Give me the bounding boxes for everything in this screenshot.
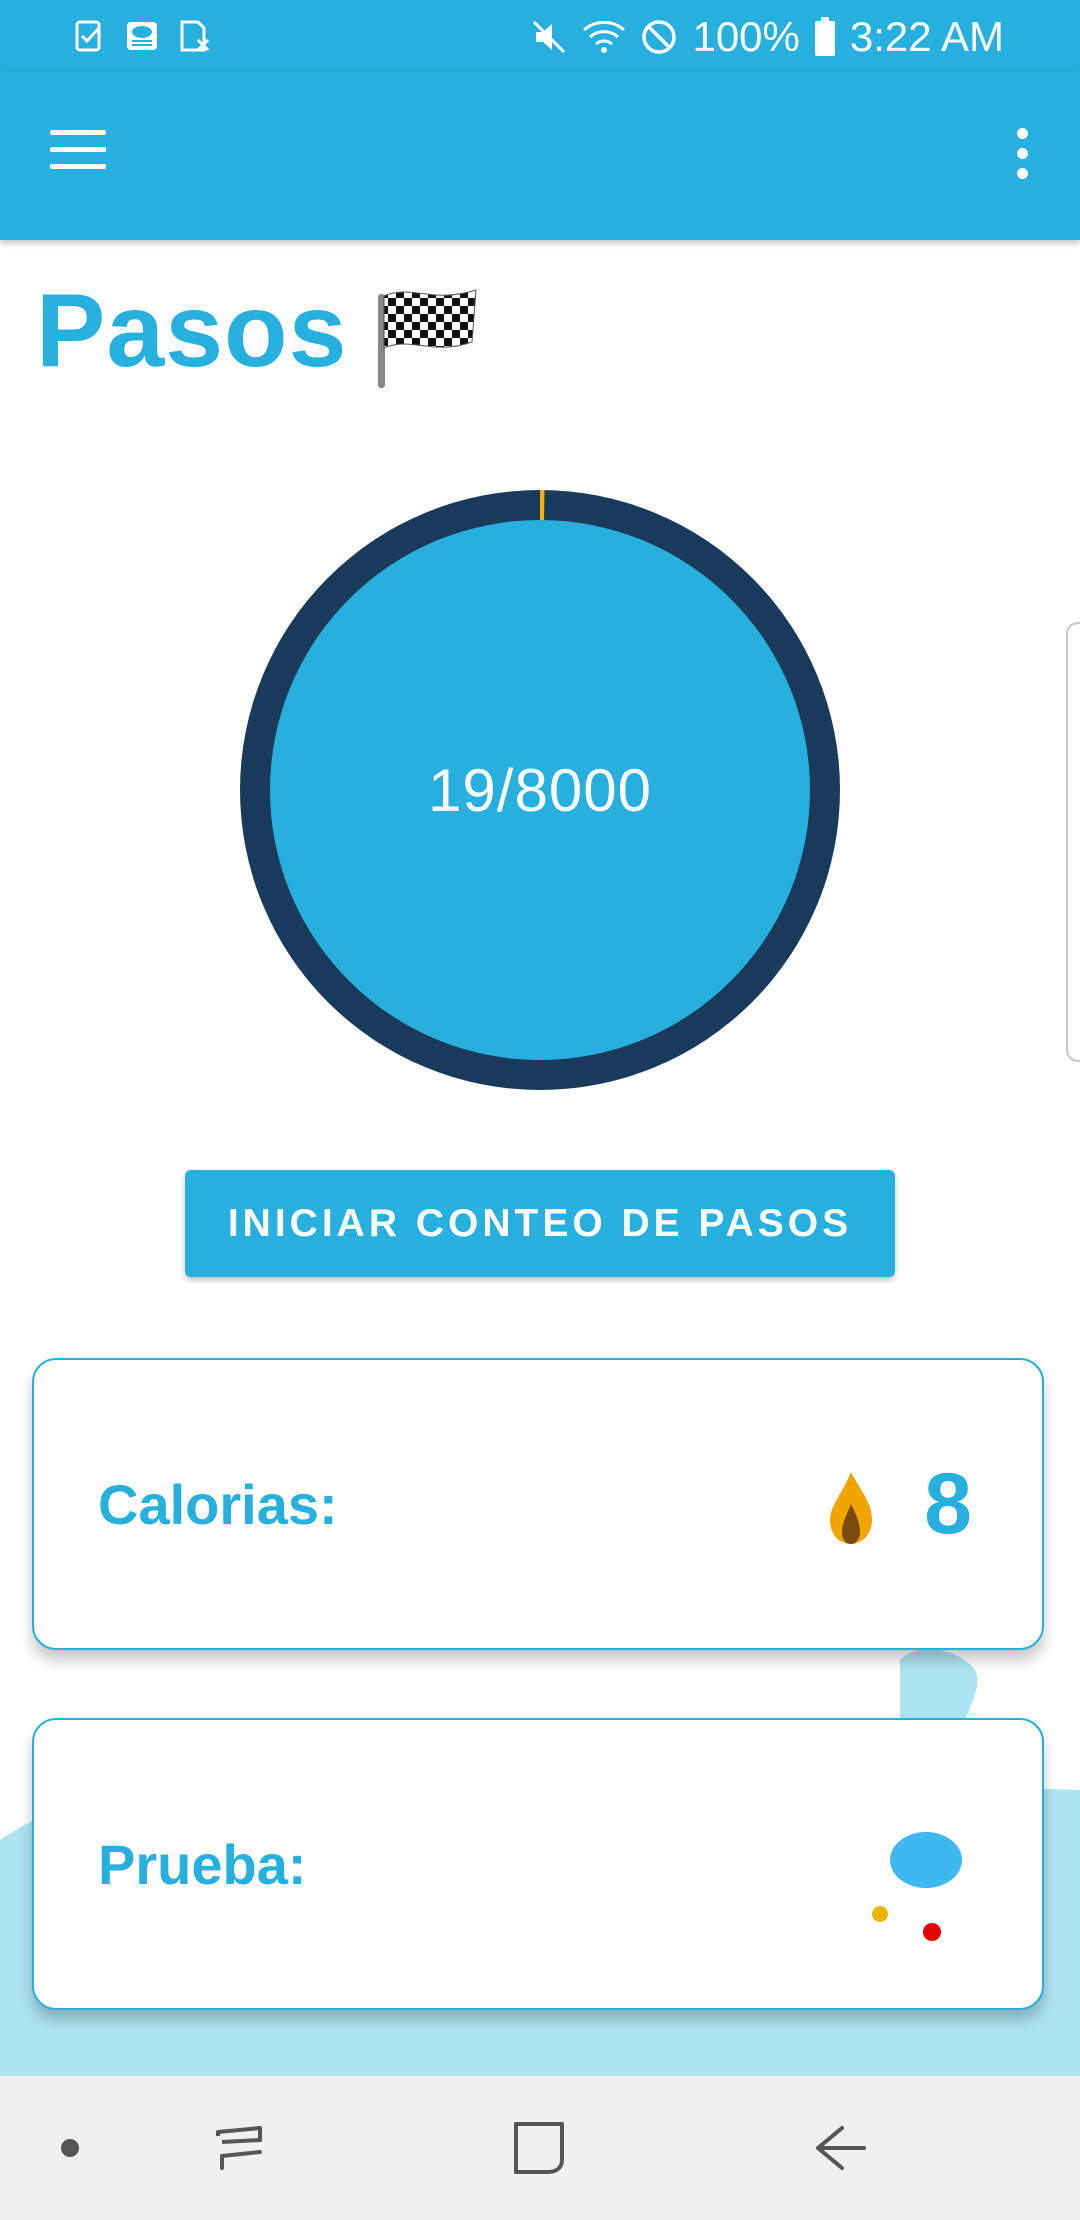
nav-recents-button[interactable] [190, 2076, 290, 2220]
nav-dot[interactable] [40, 2076, 100, 2220]
dot-icon [61, 2139, 79, 2157]
recents-icon [216, 2126, 262, 2170]
system-nav-bar [0, 2076, 1080, 2220]
mute-icon [533, 20, 566, 54]
calories-value: 8 [924, 1455, 972, 1552]
sim-x-icon [180, 20, 210, 52]
test-label: Prueba: [98, 1832, 307, 1896]
clock: 3:22 AM [849, 13, 1004, 60]
test-card: Prueba: [32, 1718, 1044, 2010]
calories-label: Calorias: [98, 1472, 338, 1536]
nav-back-button[interactable] [790, 2076, 890, 2220]
flame-icon [830, 1472, 872, 1544]
app-bar [0, 72, 1080, 240]
system-indicators: 100% 3:22 AM [530, 12, 1004, 62]
drop-dots-icon [872, 1832, 962, 1941]
nav-home-button[interactable] [490, 2076, 590, 2220]
battery-percent: 100% [692, 13, 800, 60]
notification-icons [72, 18, 212, 54]
start-step-count-button[interactable]: INICIAR CONTEO DE PASOS [185, 1170, 895, 1277]
steps-count: 19/8000 [428, 756, 652, 824]
calories-card: Calorias: 8 [32, 1358, 1044, 1650]
checkered-flag-icon [378, 289, 477, 388]
task-check-icon [75, 20, 101, 52]
status-bar: 100% 3:22 AM [0, 0, 1080, 72]
page-title: Pasos [36, 273, 348, 389]
home-icon [514, 2122, 564, 2174]
more-vert-icon[interactable] [1002, 128, 1042, 188]
back-icon [816, 2126, 866, 2170]
wifi-icon [583, 20, 626, 53]
edge-panel-handle[interactable] [1066, 622, 1080, 1062]
do-not-disturb-icon [642, 20, 677, 54]
hamburger-menu-icon[interactable] [50, 130, 120, 180]
battery-icon [814, 17, 835, 56]
weather-test-icon [127, 22, 157, 50]
